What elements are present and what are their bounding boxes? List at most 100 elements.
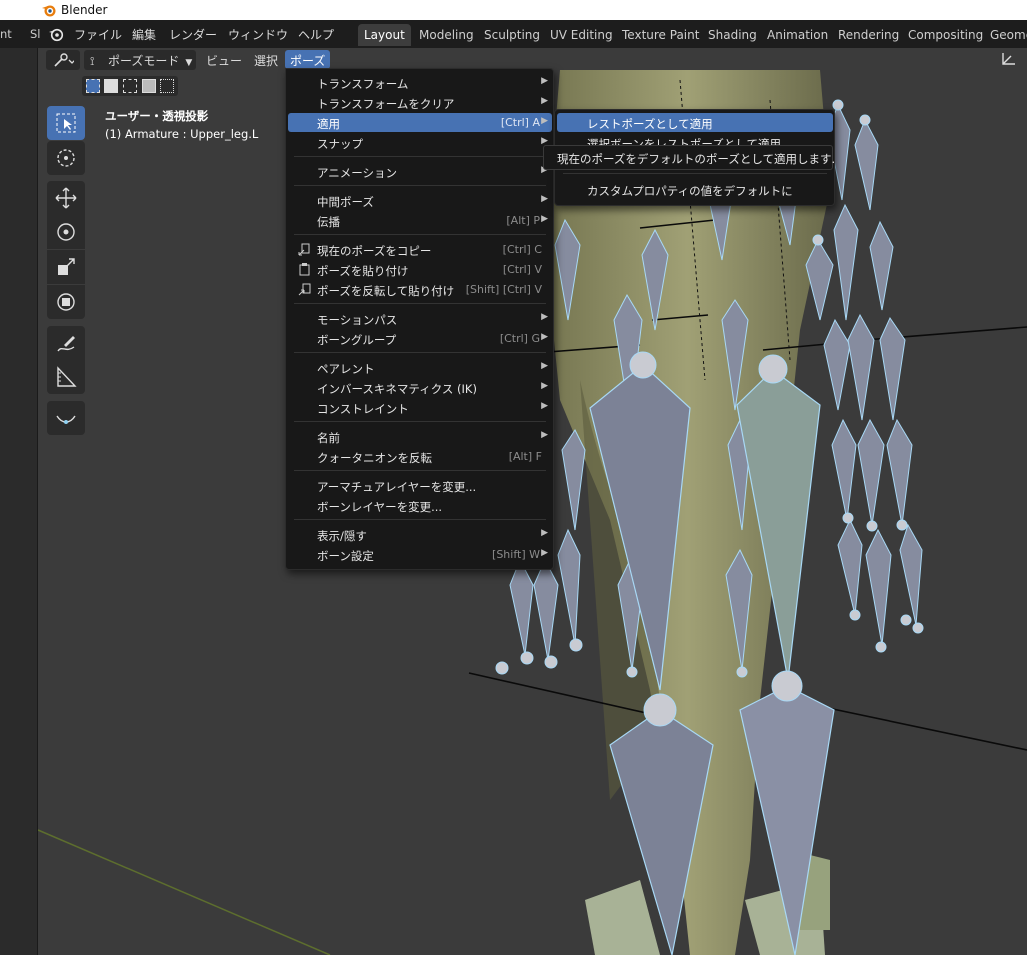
menu-item-flip-quaternions[interactable]: クォータニオンを反転 [Alt] F (288, 447, 552, 466)
tool-rotate[interactable] (47, 215, 85, 249)
menu-item-clear-transform[interactable]: トランスフォームをクリア ▶ (288, 93, 552, 112)
menu-divider (294, 470, 546, 471)
tab-animation[interactable]: Animation (761, 24, 834, 46)
tab-layout[interactable]: Layout (358, 24, 411, 46)
menu-item-bone-settings[interactable]: ボーン設定 [Shift] W ▶ (288, 545, 552, 564)
pose-mode-icon: ⟟ (90, 54, 95, 68)
menu-file[interactable]: ファイル (74, 26, 122, 43)
topbar: nt Sl ファイル 編集 レンダー ウィンドウ ヘルプ Layout Mode… (0, 20, 1027, 48)
rotate-icon (57, 223, 75, 241)
pose-menu: トランスフォーム ▶ トランスフォームをクリア ▶ 適用 [Ctrl] A ▶ スナップ… (285, 68, 554, 570)
menu-item-animation[interactable]: アニメーション ▶ (288, 162, 552, 181)
menu-item-copy-pose[interactable]: 現在のポーズをコピー [Ctrl] C (288, 240, 552, 259)
submenu-arrow-icon: ▶ (541, 76, 548, 86)
menu-item-transform[interactable]: トランスフォーム ▶ (288, 73, 552, 92)
submenu-item-apply-rest-pose[interactable]: レストポーズとして適用 (557, 113, 833, 132)
menu-item-bone-groups[interactable]: ボーングループ [Ctrl] G ▶ (288, 329, 552, 348)
submenu-arrow-icon: ▶ (541, 312, 548, 322)
clipped-workspace-label[interactable]: nt (0, 27, 12, 41)
tool-scale[interactable] (47, 250, 85, 284)
clipped-workspace-label[interactable]: Sl (30, 27, 41, 41)
blender-logo-icon (42, 5, 56, 17)
menu-select[interactable]: 選択 (254, 52, 278, 69)
menu-item-change-armature-layers[interactable]: アーマチュアレイヤーを変更... (288, 476, 552, 495)
menu-item-names[interactable]: 名前 ▶ (288, 427, 552, 446)
tool-annotate[interactable] (47, 326, 85, 360)
submenu-arrow-icon: ▶ (541, 548, 548, 558)
tool-measure[interactable] (47, 360, 85, 394)
tab-texture-paint[interactable]: Texture Paint (616, 24, 705, 46)
submenu-arrow-icon: ▶ (541, 96, 548, 106)
select-extend-icon[interactable] (104, 79, 118, 93)
tool-cursor[interactable] (47, 141, 85, 175)
menu-item-snap[interactable]: スナップ ▶ (288, 133, 552, 152)
select-subtract-icon[interactable] (123, 79, 137, 93)
tab-modeling[interactable]: Modeling (413, 24, 480, 46)
submenu-arrow-icon: ▶ (541, 194, 548, 204)
tab-shading[interactable]: Shading (702, 24, 763, 46)
menu-item-propagate[interactable]: 伝播 [Alt] P ▶ (288, 211, 552, 230)
submenu-arrow-icon: ▶ (541, 401, 548, 411)
submenu-arrow-icon: ▶ (541, 381, 548, 391)
blender-menu-icon[interactable] (48, 26, 64, 42)
menu-divider (294, 352, 546, 353)
paste-flipped-icon (298, 283, 311, 296)
submenu-arrow-icon: ▶ (541, 361, 548, 371)
menu-window[interactable]: ウィンドウ (228, 26, 288, 43)
menu-item-show-hide[interactable]: 表示/隠す ▶ (288, 525, 552, 544)
select-new-icon[interactable] (86, 79, 100, 93)
measure-icon (57, 366, 77, 387)
tab-uv-editing[interactable]: UV Editing (544, 24, 619, 46)
scale-icon (58, 258, 75, 275)
menu-item-change-bone-layers[interactable]: ボーンレイヤーを変更... (288, 496, 552, 515)
tooltip: 現在のポーズをデフォルトのポーズとして適用します. (543, 145, 835, 170)
window-titlebar: Blender (0, 0, 1027, 20)
menu-item-apply[interactable]: 適用 [Ctrl] A ▶ (288, 113, 552, 132)
paste-icon (299, 263, 310, 276)
select-mode-group (82, 76, 178, 96)
submenu-arrow-icon: ▶ (541, 332, 548, 342)
transform-gizmo-icon[interactable] (1000, 51, 1018, 67)
tool-select-box[interactable] (47, 106, 85, 140)
viewport-info-overlay: ユーザー・透視投影 (1) Armature : Upper_leg.L (105, 107, 258, 143)
select-intersect-icon[interactable] (160, 79, 174, 93)
menu-divider (294, 519, 546, 520)
menu-item-motion-paths[interactable]: モーションパス ▶ (288, 309, 552, 328)
tab-compositing[interactable]: Compositing (902, 24, 989, 46)
menu-divider (294, 234, 546, 235)
menu-render[interactable]: レンダー (169, 26, 217, 43)
tab-rendering[interactable]: Rendering (832, 24, 905, 46)
move-icon (55, 187, 77, 209)
menu-item-inverse-kinematics[interactable]: インバースキネマティクス (IK) ▶ (288, 378, 552, 397)
menu-item-paste-pose-flipped[interactable]: ポーズを反転して貼り付け [Shift] [Ctrl] V (288, 280, 552, 299)
menu-pose[interactable]: ポーズ (285, 50, 331, 69)
menu-item-constraints[interactable]: コンストレイント ▶ (288, 398, 552, 417)
window-title: Blender (61, 3, 108, 17)
menu-edit[interactable]: 編集 (132, 26, 156, 43)
transform-icon (57, 293, 75, 311)
submenu-item-custom-props-default[interactable]: カスタムプロパティの値をデフォルトに (557, 180, 833, 199)
tool-transform[interactable] (47, 285, 85, 319)
left-editor-strip (0, 48, 38, 955)
select-box-icon (56, 113, 76, 133)
tool-roll[interactable] (47, 401, 85, 435)
mode-label: ポーズモード (108, 54, 180, 68)
tab-geometry-nodes[interactable]: Geome (984, 24, 1027, 46)
select-invert-icon[interactable] (142, 79, 156, 93)
mode-selector[interactable]: ⟟ ポーズモード ▼ (84, 50, 196, 70)
menu-item-paste-pose[interactable]: ポーズを貼り付け [Ctrl] V (288, 260, 552, 279)
menu-item-in-betweens[interactable]: 中間ポーズ ▶ (288, 191, 552, 210)
editor-type-button[interactable] (46, 50, 80, 70)
menu-divider (294, 185, 546, 186)
annotate-icon (57, 336, 75, 352)
tab-sculpting[interactable]: Sculpting (478, 24, 546, 46)
menu-help[interactable]: ヘルプ (298, 26, 334, 43)
tool-move[interactable] (47, 181, 85, 215)
submenu-arrow-icon: ▶ (541, 430, 548, 440)
armature-editor-icon (54, 53, 76, 67)
menu-item-parent[interactable]: ペアレント ▶ (288, 358, 552, 377)
menu-divider (294, 421, 546, 422)
view-name: ユーザー・透視投影 (105, 109, 209, 123)
menu-view[interactable]: ビュー (206, 52, 242, 69)
cursor-icon (57, 149, 75, 167)
